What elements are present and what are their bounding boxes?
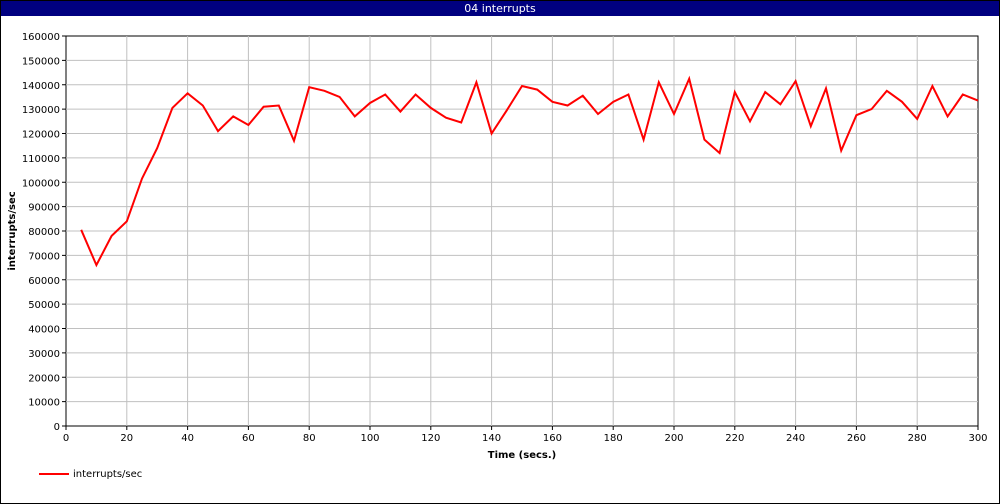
window-title: 04 interrupts [1,1,999,16]
x-tick-label: 120 [421,433,440,444]
y-tick-label: 150000 [22,56,60,67]
y-tick-label: 20000 [28,373,60,384]
y-tick-label: 80000 [28,227,60,238]
x-tick-label: 200 [664,433,683,444]
y-tick-label: 60000 [28,276,60,287]
y-tick-label: 70000 [28,251,60,262]
legend: interrupts/sec [39,469,142,480]
legend-label: interrupts/sec [73,469,142,480]
y-tick-label: 100000 [22,178,60,189]
y-tick-label: 160000 [22,32,60,43]
x-tick-label: 300 [968,433,987,444]
y-tick-label: 50000 [28,300,60,311]
y-axis-ticks: 0 10000 20000 30000 40000 50000 60000 70000 8000… [22,32,66,433]
x-axis-title: Time (secs.) [488,450,557,461]
x-tick-label: 140 [482,433,501,444]
x-tick-label: 220 [725,433,744,444]
y-tick-label: 130000 [22,105,60,116]
x-axis-ticks: 0 20 40 60 80 100 120 140 160 180 200 220 240 260 280 3… [63,426,988,444]
y-tick-label: 90000 [28,203,60,214]
x-tick-label: 280 [908,433,927,444]
x-tick-label: 60 [242,433,255,444]
y-tick-label: 0 [54,422,60,433]
x-tick-label: 20 [120,433,133,444]
x-tick-label: 40 [181,433,194,444]
x-tick-label: 0 [63,433,69,444]
x-tick-label: 100 [360,433,379,444]
x-tick-label: 260 [847,433,866,444]
y-tick-label: 30000 [28,349,60,360]
y-tick-label: 110000 [22,154,60,165]
x-tick-label: 180 [604,433,623,444]
y-tick-label: 120000 [22,130,60,141]
x-tick-label: 240 [786,433,805,444]
y-tick-label: 10000 [28,398,60,409]
chart-window: 0 10000 20000 30000 40000 50000 60000 70000 8000… [0,0,1000,504]
chart-canvas: 0100002000030000400005000060000700008000… [7,32,988,480]
y-tick-label: 40000 [28,325,60,336]
y-axis-title: interrupts/sec [7,191,18,270]
x-tick-label: 80 [303,433,316,444]
x-tick-label: 160 [543,433,562,444]
y-tick-label: 140000 [22,81,60,92]
